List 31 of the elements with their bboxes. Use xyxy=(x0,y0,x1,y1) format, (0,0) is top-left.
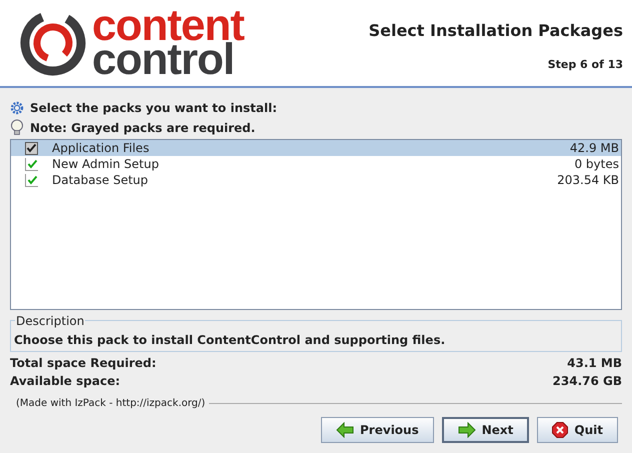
space-label: Available space: xyxy=(10,373,120,390)
wizard-button[interactable]: Quit xyxy=(537,417,618,443)
pack-checkbox[interactable] xyxy=(25,158,38,170)
lightbulb-icon xyxy=(10,119,24,137)
pack-size: 42.9 MB xyxy=(570,140,619,157)
step-counter: Step 6 of 13 xyxy=(548,56,623,73)
pack-row[interactable]: Database Setup 203.54 KB xyxy=(11,172,621,188)
pack-row[interactable]: New Admin Setup 0 bytes xyxy=(11,156,621,172)
pack-size: 0 bytes xyxy=(574,156,619,173)
logo-text: content xyxy=(92,9,244,43)
pack-name: Application Files xyxy=(52,140,150,157)
space-value: 234.76 GB xyxy=(552,373,622,390)
pack-checkbox[interactable] xyxy=(25,174,38,186)
instruction-text: Select the packs you want to install: xyxy=(30,100,278,117)
close-icon xyxy=(552,422,568,438)
wizard-button[interactable]: Next xyxy=(442,417,530,443)
wizard-button[interactable]: Previous xyxy=(321,417,434,443)
space-label: Total space Required: xyxy=(10,355,156,372)
pack-name: Database Setup xyxy=(52,172,149,189)
pack-name: New Admin Setup xyxy=(52,156,160,173)
logo-text: control xyxy=(92,43,234,77)
right-arrow-icon xyxy=(458,422,476,438)
gear-icon xyxy=(10,101,24,115)
instruction-text: Note: Grayed packs are required. xyxy=(30,120,256,137)
space-value: 43.1 MB xyxy=(567,355,622,372)
ring-logo-icon xyxy=(20,10,86,76)
page-title: Select Installation Packages xyxy=(368,20,623,42)
description-text: Choose this pack to install ContentControl and supporting files. xyxy=(14,332,446,349)
pack-size: 203.54 KB xyxy=(557,172,619,189)
credit-text: (Made with IzPack - http://izpack.org/) xyxy=(16,397,206,411)
left-arrow-icon xyxy=(336,422,354,438)
